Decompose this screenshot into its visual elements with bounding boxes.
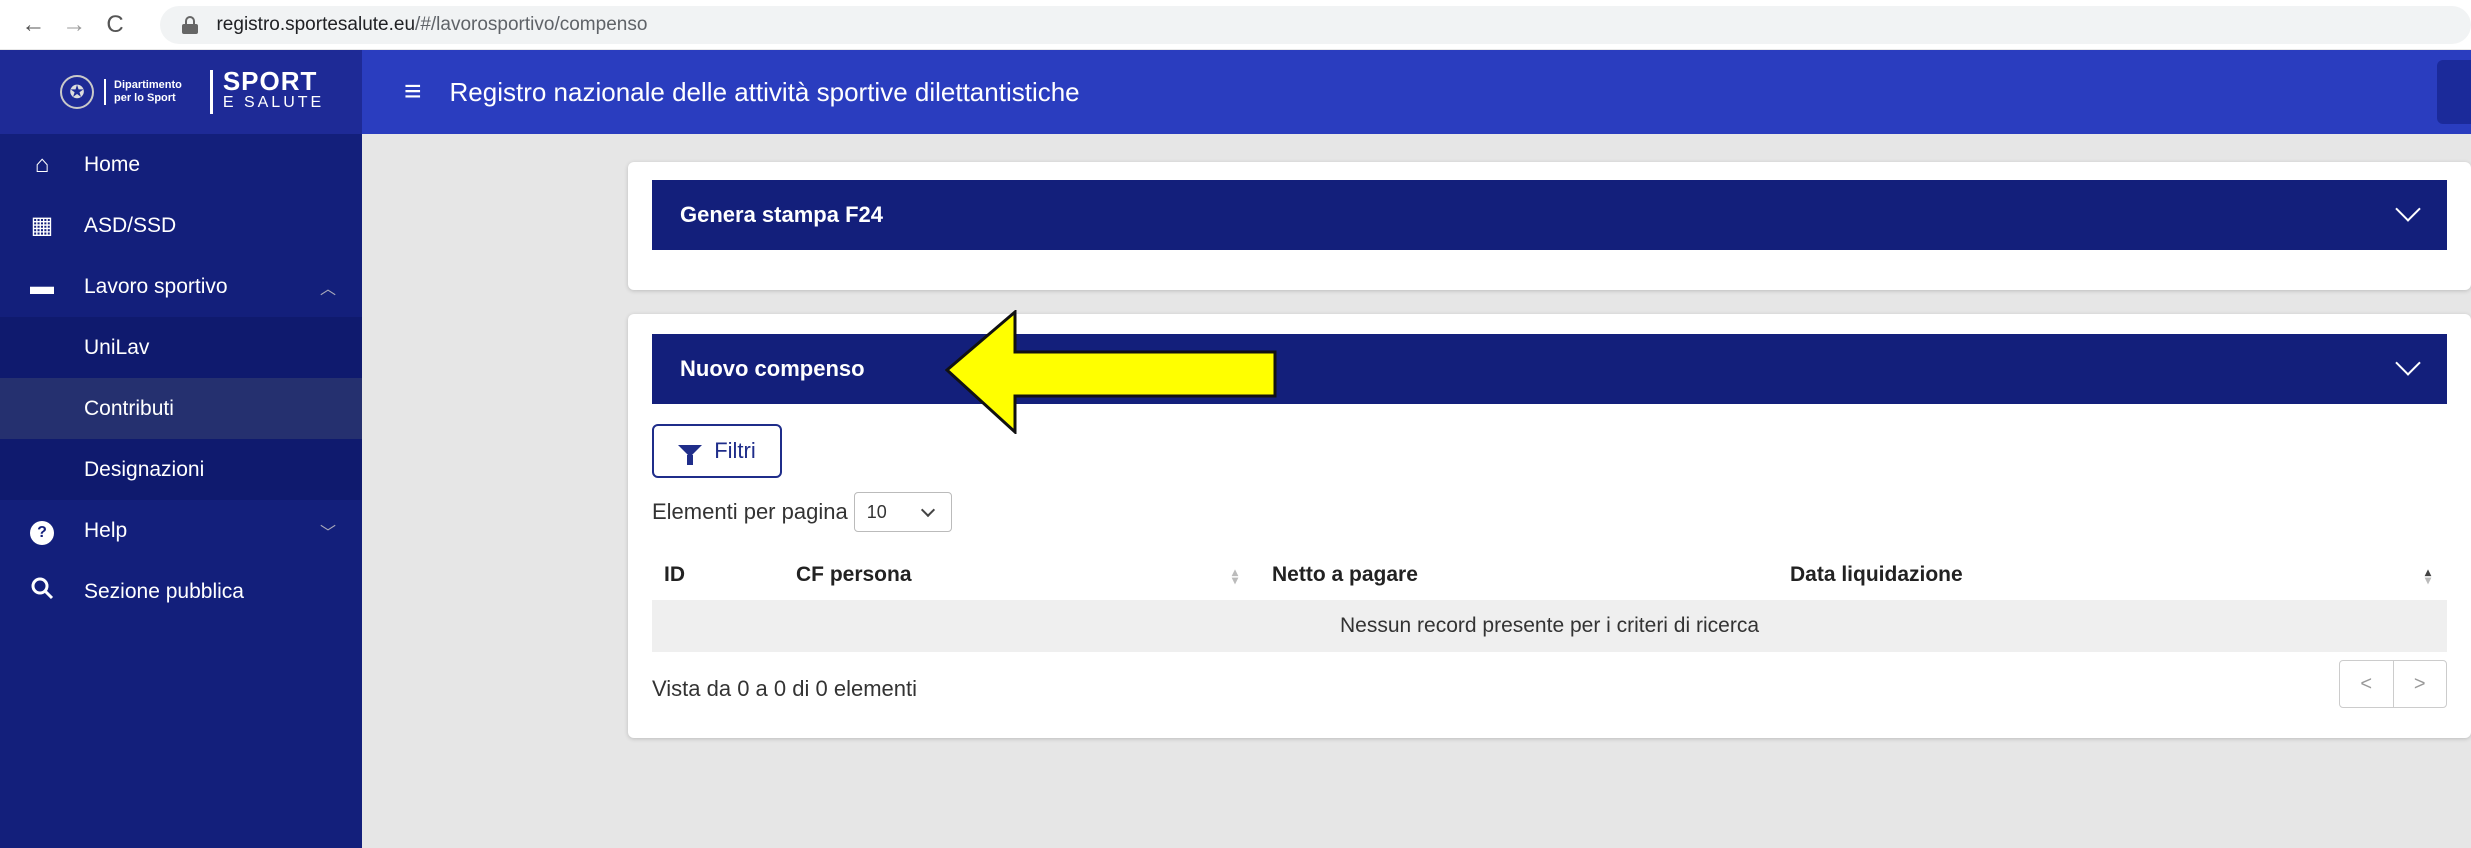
hamburger-menu-icon[interactable]: ≡ [404,75,422,109]
dip-line2: per lo Sport [114,92,176,104]
user-menu-button[interactable] [2437,60,2471,124]
dip-line1: Dipartimento [114,79,182,91]
sidebar-item-lavoro-sportivo[interactable]: ▬ Lavoro sportivo ︿ [0,256,362,317]
f24-panel-header[interactable]: Genera stampa F24 [652,180,2447,250]
app-header: ≡ Registro nazionale delle attività spor… [362,50,2471,134]
help-icon: ? [0,516,84,545]
pagination-controls: < > [2339,660,2447,708]
sidebar-logo[interactable]: ✪ Dipartimento per lo Sport SPORT E SALU… [0,50,362,134]
chevron-down-icon: ﹀ [319,524,336,542]
per-page-select[interactable]: 10 [853,492,952,532]
empty-table-row: Nessun record presente per i criteri di … [652,600,2447,652]
compenso-card: Nuovo compenso Filtri Elementi per pagin… [628,314,2471,738]
logo-salute: E SALUTE [222,94,325,111]
lock-icon [182,15,199,34]
sort-icon[interactable]: ▴ ▾ [2425,566,2431,586]
f24-card: Genera stampa F24 [628,162,2471,290]
column-header-cf-persona[interactable]: CF persona [796,563,912,587]
sidebar: ✪ Dipartimento per lo Sport SPORT E SALU… [0,50,362,848]
briefcase-icon: ▬ [30,272,54,300]
sport-e-salute-logo: SPORT E SALUTE [209,66,325,114]
back-icon[interactable]: ← [14,11,53,39]
table-header: ID CF persona ▴ ▾ Netto a pagare Data liq… [652,550,2447,600]
sidebar-item-label: Help [84,518,128,542]
sidebar-subitem-unilav[interactable]: UniLav [0,317,362,378]
chevron-down-icon [2395,196,2421,222]
home-icon: ⌂ [34,150,50,178]
chevron-down-icon [920,502,935,518]
prev-page-button[interactable]: < [2340,661,2394,707]
chevron-down-icon [2395,350,2421,376]
filters-button[interactable]: Filtri [652,424,782,478]
sidebar-item-label: Sezione pubblica [84,579,244,603]
sidebar-subitem-contributi[interactable]: Contributi [0,378,362,439]
compenso-panel-header[interactable]: Nuovo compenso [652,334,2447,404]
sidebar-item-home[interactable]: ⌂ Home [0,134,362,195]
app-title: Registro nazionale delle attività sporti… [449,76,1080,107]
reload-icon[interactable]: C [96,11,135,39]
sidebar-subitem-designazioni[interactable]: Designazioni [0,439,362,500]
annotation-arrow-icon [945,310,1277,434]
per-page-label: Elementi per pagina [652,499,848,524]
filters-label: Filtri [714,438,756,463]
column-header-netto-a-pagare[interactable]: Netto a pagare [1272,563,1418,587]
per-page-control: Elementi per pagina 10 [652,492,952,532]
sidebar-item-asd-ssd[interactable]: ▦ ASD/SSD [0,195,362,256]
compenso-panel-title: Nuovo compenso [680,356,865,381]
url-text: registro.sportesalute.eu/#/lavorosportiv… [216,14,647,36]
republic-emblem-icon: ✪ [60,75,94,109]
browser-toolbar: ← → C registro.sportesalute.eu/#/lavoros… [0,0,2471,50]
url-path: /#/lavorosportivo/compenso [415,13,648,35]
f24-panel-title: Genera stampa F24 [680,202,883,227]
forward-icon[interactable]: → [55,11,94,39]
sidebar-item-sezione-pubblica[interactable]: Sezione pubblica [0,561,362,622]
sidebar-item-help[interactable]: ? Help ﹀ [0,500,362,561]
sidebar-item-label: ASD/SSD [84,213,177,237]
logo-sport: SPORT [222,66,318,96]
sort-icon[interactable]: ▴ ▾ [1232,566,1238,586]
building-icon: ▦ [30,212,54,239]
dipartimento-logo: Dipartimento per lo Sport [104,79,182,105]
chevron-up-icon: ︿ [319,280,336,298]
address-bar[interactable]: registro.sportesalute.eu/#/lavorosportiv… [160,5,2471,44]
search-icon [0,576,84,607]
column-header-id[interactable]: ID [664,563,685,587]
pagination-info: Vista da 0 a 0 di 0 elementi [652,676,917,701]
sidebar-item-label: Home [84,152,141,176]
url-host: registro.sportesalute.eu [216,13,416,35]
filter-funnel-icon [678,445,703,465]
next-page-button[interactable]: > [2394,661,2447,707]
column-header-data-liquidazione[interactable]: Data liquidazione [1790,563,1963,587]
sidebar-item-label: Lavoro sportivo [84,274,228,298]
per-page-value: 10 [866,501,887,522]
